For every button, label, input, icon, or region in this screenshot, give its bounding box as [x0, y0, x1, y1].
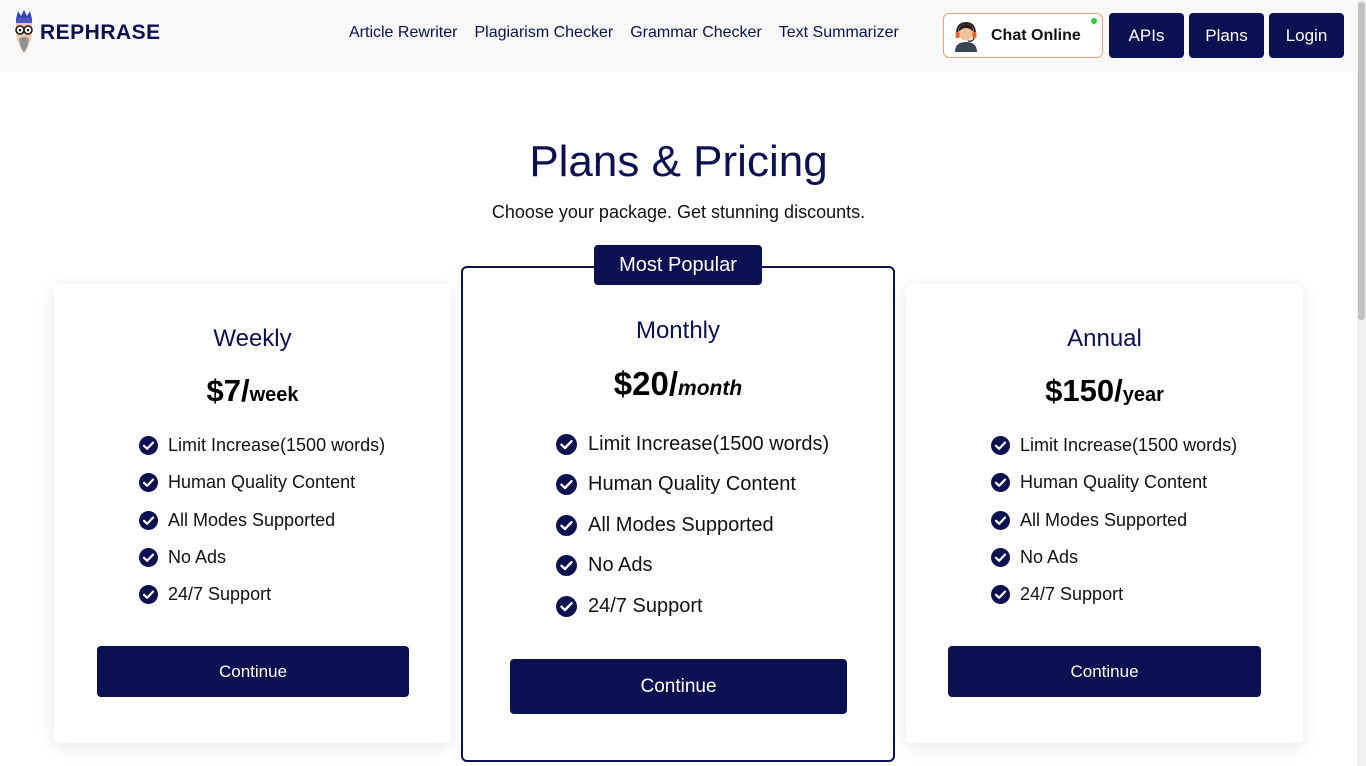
price-amount: $150/ — [1045, 373, 1123, 408]
price-amount: $20/ — [613, 365, 679, 402]
price-period: month — [678, 377, 743, 400]
continue-button-weekly[interactable]: Continue — [97, 646, 409, 697]
feature-list: Limit Increase(1500 words) Human Quality… — [139, 427, 385, 613]
plan-name: Annual — [1067, 325, 1142, 352]
scrollbar[interactable] — [1357, 0, 1366, 766]
feature-item: Limit Increase(1500 words) — [556, 424, 829, 465]
check-circle-icon — [556, 595, 577, 617]
price-amount: $7/ — [206, 373, 250, 408]
logo[interactable]: REPHRASE — [12, 8, 161, 58]
check-circle-icon — [556, 555, 577, 577]
main-nav: Article Rewriter Plagiarism Checker Gram… — [349, 24, 916, 42]
most-popular-badge: Most Popular — [594, 245, 762, 285]
feature-item: Limit Increase(1500 words) — [991, 427, 1237, 464]
plan-price: $7/week — [54, 373, 451, 409]
page-title: Plans & Pricing — [529, 137, 828, 186]
feature-item: 24/7 Support — [556, 586, 829, 627]
login-button[interactable]: Login — [1269, 13, 1344, 58]
check-circle-icon — [556, 474, 577, 496]
scrollbar-thumb[interactable] — [1358, 2, 1365, 320]
plan-price: $20/month — [463, 365, 893, 403]
check-circle-icon — [139, 510, 158, 530]
feature-item: No Ads — [556, 546, 829, 587]
plans-button[interactable]: Plans — [1189, 13, 1264, 58]
feature-item: Human Quality Content — [556, 465, 829, 506]
check-circle-icon — [139, 473, 158, 493]
header: REPHRASE Article Rewriter Plagiarism Che… — [0, 0, 1357, 72]
nav-text-summarizer[interactable]: Text Summarizer — [779, 24, 899, 42]
check-circle-icon — [556, 514, 577, 536]
continue-button-monthly[interactable]: Continue — [510, 659, 847, 714]
feature-item: Human Quality Content — [991, 464, 1237, 501]
feature-item: All Modes Supported — [139, 502, 385, 539]
logo-text: REPHRASE — [40, 21, 161, 44]
feature-list: Limit Increase(1500 words) Human Quality… — [991, 427, 1237, 613]
feature-item: All Modes Supported — [991, 502, 1237, 539]
nav-article-rewriter[interactable]: Article Rewriter — [349, 24, 457, 42]
price-period: week — [249, 384, 299, 406]
check-circle-icon — [991, 436, 1010, 456]
feature-item: Human Quality Content — [139, 464, 385, 501]
feature-item: 24/7 Support — [139, 576, 385, 613]
chat-online-button[interactable]: Chat Online — [943, 13, 1103, 58]
chat-online-label: Chat Online — [991, 26, 1081, 44]
continue-button-annual[interactable]: Continue — [948, 646, 1261, 697]
nav-grammar-checker[interactable]: Grammar Checker — [630, 24, 762, 42]
feature-list: Limit Increase(1500 words) Human Quality… — [556, 424, 829, 627]
plan-card-monthly: Monthly $20/month Limit Increase(1500 wo… — [461, 266, 895, 762]
page-subtitle: Choose your package. Get stunning discou… — [491, 202, 866, 222]
check-circle-icon — [991, 473, 1010, 493]
check-circle-icon — [556, 433, 577, 455]
support-agent-icon — [955, 21, 977, 52]
plan-name: Monthly — [635, 317, 721, 344]
feature-item: No Ads — [139, 539, 385, 576]
check-circle-icon — [139, 585, 158, 605]
plan-card-annual: Annual $150/year Limit Increase(1500 wor… — [906, 284, 1303, 743]
price-period: year — [1122, 384, 1164, 406]
apis-button[interactable]: APIs — [1109, 13, 1184, 58]
page: REPHRASE Article Rewriter Plagiarism Che… — [0, 0, 1366, 766]
check-circle-icon — [991, 548, 1010, 568]
feature-item: No Ads — [991, 539, 1237, 576]
check-circle-icon — [139, 548, 158, 568]
plan-name: Weekly — [213, 325, 292, 352]
check-circle-icon — [991, 510, 1010, 530]
feature-item: 24/7 Support — [991, 576, 1237, 613]
nav-plagiarism-checker[interactable]: Plagiarism Checker — [474, 24, 613, 42]
plan-price: $150/year — [906, 373, 1303, 409]
check-circle-icon — [991, 585, 1010, 605]
plan-card-weekly: Weekly $7/week Limit Increase(1500 words… — [54, 284, 451, 743]
check-circle-icon — [139, 436, 158, 456]
feature-item: All Modes Supported — [556, 505, 829, 546]
rephrase-mascot-icon — [15, 10, 33, 53]
online-status-dot — [1091, 18, 1097, 24]
feature-item: Limit Increase(1500 words) — [139, 427, 385, 464]
